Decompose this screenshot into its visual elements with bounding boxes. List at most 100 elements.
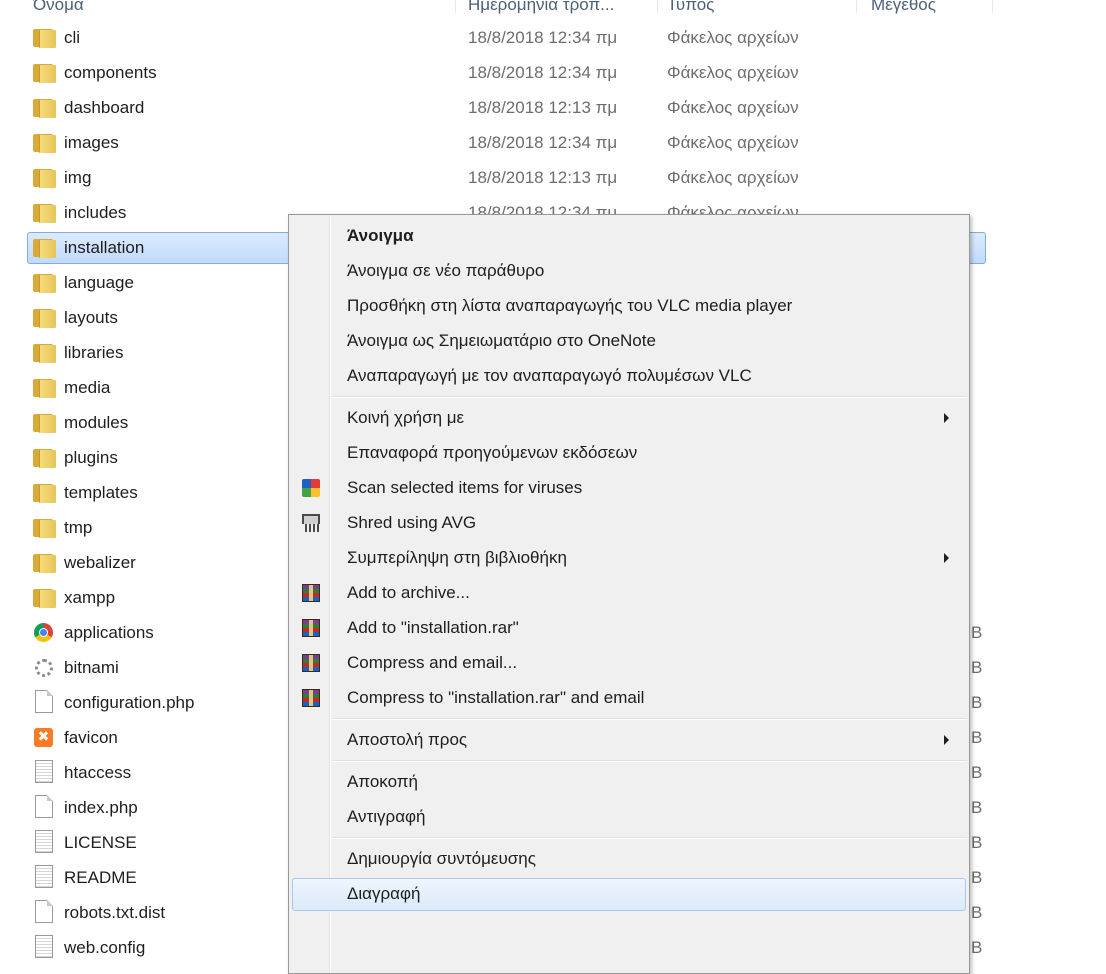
column-divider[interactable] <box>856 0 857 13</box>
chrome-icon <box>34 623 53 642</box>
folder-icon <box>33 377 56 398</box>
file-size: B <box>971 903 983 922</box>
column-divider[interactable] <box>657 0 658 13</box>
file-size: B <box>971 833 983 852</box>
file-name: web.config <box>64 938 146 957</box>
folder-icon <box>33 132 56 153</box>
menu-item[interactable]: Δημιουργία συντόμευσης <box>291 842 967 876</box>
file-date: 18/8/2018 12:34 πμ <box>468 133 618 152</box>
file-name: modules <box>64 413 129 432</box>
column-divider[interactable] <box>455 0 456 13</box>
menu-item-label: Compress and email... <box>347 653 518 672</box>
menu-item[interactable]: Shred using AVG <box>291 506 967 540</box>
file-name: images <box>64 133 119 152</box>
menu-separator <box>333 837 967 839</box>
menu-item[interactable]: Άνοιγμα ως Σημειωματάριο στο OneNote <box>291 324 967 358</box>
file-type: Φάκελος αρχείων <box>667 28 799 47</box>
file-name: LICENSE <box>64 833 137 852</box>
winrar-icon <box>302 584 320 602</box>
file-size: B <box>971 798 983 817</box>
submenu-arrow-icon <box>944 553 949 563</box>
menu-item[interactable]: Αντιγραφή <box>291 800 967 834</box>
file-type: Φάκελος αρχείων <box>667 63 799 82</box>
file-row[interactable]: components 18/8/2018 12:34 πμ Φάκελος αρχε… <box>0 55 1106 90</box>
menu-item[interactable]: Compress to "installation.rar" and email <box>291 681 967 715</box>
file-name: plugins <box>64 448 118 467</box>
menu-item-label: Δημιουργία συντόμευσης <box>347 849 536 868</box>
column-name[interactable]: Όνομα <box>33 0 153 19</box>
file-name: htaccess <box>64 763 132 782</box>
winrar-icon <box>302 689 320 707</box>
menu-item[interactable]: Scan selected items for viruses <box>291 471 967 505</box>
menu-item[interactable]: Compress and email... <box>291 646 967 680</box>
folder-icon <box>33 27 56 48</box>
file-date: 18/8/2018 12:34 πμ <box>468 63 618 82</box>
folder-icon <box>33 517 56 538</box>
file-name: bitnami <box>64 658 119 677</box>
file-date: 18/8/2018 12:13 πμ <box>468 98 618 117</box>
folder-icon <box>33 482 56 503</box>
doc-icon <box>35 690 53 713</box>
menu-item-label: Add to "installation.rar" <box>347 618 519 637</box>
menu-item[interactable]: Άνοιγμα σε νέο παράθυρο <box>291 254 967 288</box>
gear-icon <box>35 659 53 677</box>
menu-separator <box>333 718 967 720</box>
menu-item[interactable]: Αποστολή προς <box>291 723 967 757</box>
file-name: components <box>64 63 157 82</box>
menu-item-label: Αντιγραφή <box>347 807 426 826</box>
file-name: configuration.php <box>64 693 195 712</box>
folder-icon <box>33 307 56 328</box>
menu-item-label: Άνοιγμα ως Σημειωματάριο στο OneNote <box>347 331 656 350</box>
menu-item[interactable]: Διαγραφή <box>291 877 967 911</box>
folder-icon <box>33 62 56 83</box>
file-size: B <box>971 938 983 957</box>
menu-item[interactable]: Άνοιγμα <box>291 219 967 253</box>
menu-item-label: Διαγραφή <box>347 884 421 903</box>
menu-item[interactable]: Συμπερίληψη στη βιβλιοθήκη <box>291 541 967 575</box>
file-name: language <box>64 273 134 292</box>
file-size: B <box>971 868 983 887</box>
file-row[interactable]: img 18/8/2018 12:13 πμ Φάκελος αρχείων <box>0 160 1106 195</box>
menu-item[interactable]: Add to "installation.rar" <box>291 611 967 645</box>
menu-item[interactable]: Αποκοπή <box>291 765 967 799</box>
column-date-modified[interactable]: Ημερομηνία τροπ... <box>468 0 646 19</box>
doc-lines-icon <box>35 760 53 783</box>
folder-icon <box>33 237 56 258</box>
folder-icon <box>33 202 56 223</box>
column-size[interactable]: Μέγεθος <box>871 0 981 19</box>
file-name: installation <box>64 238 145 257</box>
menu-item[interactable]: Αναπαραγωγή με τον αναπαραγωγό πολυμέσων… <box>291 359 967 393</box>
menu-item-label: Κοινή χρήση με <box>347 408 465 427</box>
menu-item-label: Αποκοπή <box>347 772 418 791</box>
file-name: libraries <box>64 343 124 362</box>
menu-item-label: Προσθήκη στη λίστα αναπαραγωγής του VLC … <box>347 296 793 315</box>
file-row[interactable]: dashboard 18/8/2018 12:13 πμ Φάκελος αρχεί… <box>0 90 1106 125</box>
file-row[interactable]: images 18/8/2018 12:34 πμ Φάκελος αρχείων <box>0 125 1106 160</box>
menu-item-label: Αποστολή προς <box>347 730 468 749</box>
doc-icon <box>35 900 53 923</box>
file-type: Φάκελος αρχείων <box>667 168 799 187</box>
file-type: Φάκελος αρχείων <box>667 133 799 152</box>
column-type[interactable]: Τύπος <box>667 0 847 19</box>
file-row[interactable]: cli 18/8/2018 12:34 πμ Φάκελος αρχείων <box>0 20 1106 55</box>
menu-item[interactable]: Επαναφορά προηγούμενων εκδόσεων <box>291 436 967 470</box>
folder-icon <box>33 167 56 188</box>
menu-item[interactable]: Κοινή χρήση με <box>291 401 967 435</box>
file-name: includes <box>64 203 127 222</box>
folder-icon <box>33 447 56 468</box>
winrar-icon <box>302 619 320 637</box>
menu-item[interactable]: Προσθήκη στη λίστα αναπαραγωγής του VLC … <box>291 289 967 323</box>
file-size: B <box>971 693 983 712</box>
file-name: index.php <box>64 798 138 817</box>
column-divider[interactable] <box>992 0 993 13</box>
doc-lines-icon <box>35 830 53 853</box>
file-type: Φάκελος αρχείων <box>667 98 799 117</box>
file-size: B <box>971 623 983 642</box>
menu-item-label: Compress to "installation.rar" and email <box>347 688 645 707</box>
shred-icon <box>302 514 320 532</box>
menu-item-label: Scan selected items for viruses <box>347 478 583 497</box>
menu-item[interactable]: Add to archive... <box>291 576 967 610</box>
menu-item-label: Add to archive... <box>347 583 470 602</box>
menu-separator <box>333 396 967 398</box>
avg-icon <box>302 479 320 497</box>
